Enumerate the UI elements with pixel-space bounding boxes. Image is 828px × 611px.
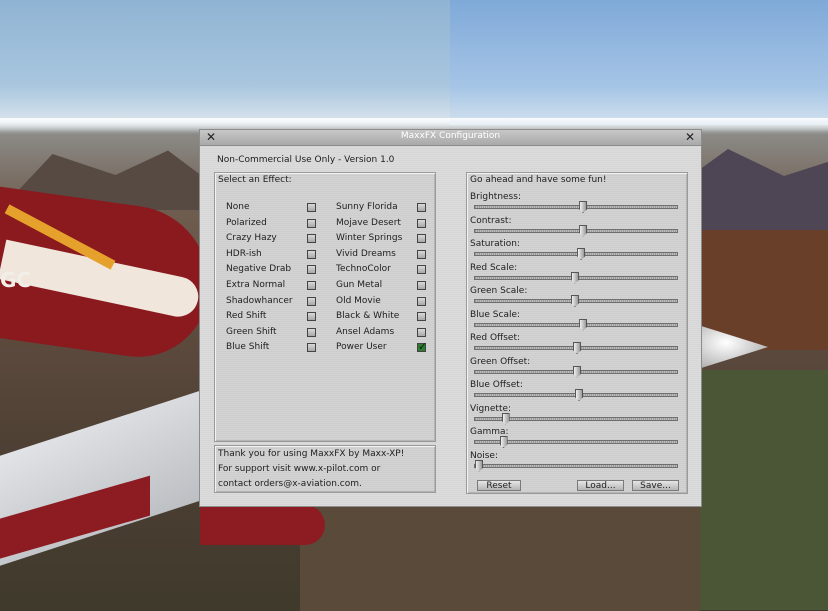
effect-label: Old Movie [336, 295, 381, 306]
effect-label: Shadowhancer [226, 295, 293, 306]
effect-label: Blue Shift [226, 342, 270, 353]
slider-label: Saturation: [470, 239, 520, 249]
effect-checkbox[interactable] [417, 312, 426, 322]
version-note: Non-Commercial Use Only - Version 1.0 [217, 155, 395, 165]
effect-checkbox[interactable] [417, 218, 426, 228]
slider-label: Red Scale: [470, 262, 518, 273]
effect-label: Ansel Adams [336, 326, 395, 337]
window-title: MaxxFX Configuration [400, 131, 501, 141]
slider-thumb[interactable] [575, 389, 584, 401]
effect-checkbox[interactable] [307, 312, 316, 322]
slider-label: Brightness: [470, 192, 521, 202]
effects-panel: Select an Effect: None Polarized Crazy Haz… [214, 172, 436, 442]
effect-label: Extra Normal [226, 280, 286, 290]
contact-line: contact orders@x-aviation.com. [218, 479, 362, 489]
reset-button[interactable]: Reset [477, 480, 521, 491]
effect-label: Red Shift [226, 311, 267, 322]
slider-thumb[interactable] [573, 365, 581, 378]
effect-checkbox[interactable] [307, 327, 316, 337]
effect-label: Winter Springs [336, 233, 403, 244]
slider-label: Contrast: [470, 215, 512, 226]
save-button[interactable]: Save... [632, 480, 679, 491]
effect-label: Black & White [336, 311, 400, 322]
effect-label: Crazy Hazy [226, 233, 277, 244]
effect-checkbox[interactable] [417, 234, 426, 244]
load-button[interactable]: Load... [577, 480, 624, 491]
effect-label: HDR-ish [226, 248, 262, 259]
slider-track[interactable] [474, 365, 678, 378]
effect-checkbox[interactable] [417, 340, 427, 353]
effect-label: Green Shift [226, 326, 277, 337]
info-panel: Thank you for using MaxxFX by Maxx-XP! F… [214, 445, 436, 493]
slider-label: Vignette: [470, 403, 512, 414]
slider-thumb[interactable] [573, 342, 581, 354]
effect-checkbox[interactable] [417, 265, 426, 275]
effect-checkbox[interactable] [307, 203, 316, 212]
slider-label: Green Scale: [470, 286, 528, 296]
fields [700, 370, 828, 610]
slider-track[interactable] [474, 295, 678, 307]
effect-checkbox[interactable] [307, 281, 316, 290]
slider-track[interactable] [474, 389, 678, 401]
effect-label: Vivid Dreams [336, 248, 396, 259]
ground [300, 505, 700, 611]
slider-track[interactable] [474, 271, 678, 284]
effect-checkbox[interactable] [307, 234, 316, 244]
slider-label: Green Offset: [470, 356, 531, 367]
effect-label: Sunny Florida [336, 202, 398, 212]
slider-track[interactable] [474, 412, 678, 425]
slider-label: Blue Offset: [470, 380, 523, 390]
slider-label: Blue Scale: [470, 309, 521, 320]
slider-track[interactable] [474, 318, 678, 331]
slider-thumb[interactable] [475, 459, 484, 472]
effect-label: None [226, 202, 250, 212]
aircraft-tail [200, 505, 325, 545]
effect-label: Mojave Desert [336, 217, 401, 228]
slider-thumb[interactable] [570, 295, 579, 307]
adjustments-panel: Go ahead and have some fun! Brightness: C… [466, 172, 688, 494]
effect-checkbox[interactable] [307, 296, 316, 306]
effects-heading: Select an Effect: [218, 175, 292, 185]
adjustments-heading: Go ahead and have some fun! [470, 175, 607, 185]
close-icon[interactable]: ✕ [683, 130, 697, 144]
slider-label: Gamma: [470, 427, 509, 437]
effect-checkbox[interactable] [417, 327, 426, 337]
effect-checkbox[interactable] [307, 343, 316, 353]
effect-checkbox[interactable] [307, 265, 316, 275]
effect-label: Gun Metal [336, 280, 383, 290]
slider-thumb[interactable] [577, 248, 586, 260]
slider-track[interactable] [474, 342, 678, 354]
slider-thumb[interactable] [579, 318, 588, 331]
thanks-line: Thank you for using MaxxFX by Maxx-XP! [218, 449, 405, 459]
sky [450, 0, 828, 125]
slider-thumb[interactable] [501, 412, 510, 425]
maxxfx-config-window: ✕ MaxxFX Configuration ✕ Non-Commercial … [199, 129, 702, 507]
effect-checkbox[interactable] [417, 203, 426, 212]
slider-label: Noise: [470, 450, 498, 461]
effect-label: Polarized [226, 217, 267, 228]
slider-label: Red Offset: [470, 333, 521, 343]
slider-thumb[interactable] [570, 271, 579, 284]
slider-thumb[interactable] [499, 436, 508, 448]
effect-label: TechnoColor [336, 264, 391, 275]
effect-label: Negative Drab [226, 264, 292, 275]
slider-track[interactable] [474, 459, 678, 472]
effect-checkbox[interactable] [417, 249, 426, 259]
slider-thumb[interactable] [579, 224, 588, 237]
slider-track[interactable] [474, 248, 678, 260]
aircraft-registration: GC [0, 268, 32, 292]
effect-label: Power User [336, 342, 387, 353]
title-bar[interactable]: ✕ MaxxFX Configuration ✕ [200, 130, 701, 146]
effect-checkbox[interactable] [417, 281, 426, 290]
effect-checkbox[interactable] [307, 249, 316, 259]
support-line: For support visit www.x-pilot.com or [218, 464, 381, 474]
slider-track[interactable] [474, 436, 678, 448]
effect-checkbox[interactable] [417, 296, 426, 306]
slider-track[interactable] [474, 224, 678, 237]
slider-track[interactable] [474, 201, 678, 213]
effect-checkbox[interactable] [307, 218, 316, 228]
slider-thumb[interactable] [579, 201, 588, 213]
